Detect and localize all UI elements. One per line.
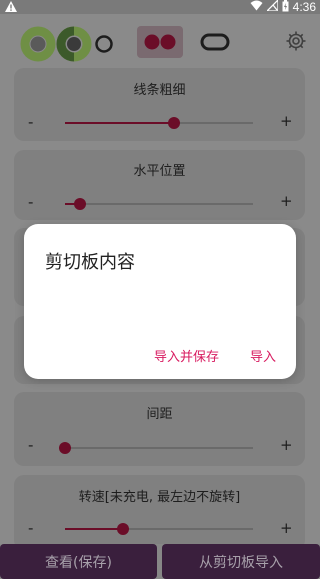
dual-dots-icon[interactable] — [137, 26, 183, 62]
decrease-button[interactable]: - — [28, 193, 33, 211]
card-title: 转速[未充电, 最左边不旋转] — [78, 490, 241, 505]
clipboard-dialog: 剪切板内容 导入并保存 导入 — [24, 224, 296, 379]
increase-button[interactable]: + — [280, 519, 293, 537]
split-ring-style-icon[interactable] — [55, 26, 93, 66]
decrease-button[interactable]: - — [28, 113, 33, 131]
import-and-save-button[interactable]: 导入并保存 — [154, 346, 219, 365]
warning-icon — [5, 1, 17, 15]
spacing-card: 间距 - + — [14, 392, 305, 466]
pill-outline-icon[interactable] — [200, 33, 230, 55]
card-title: 水平位置 — [133, 164, 186, 179]
increase-button[interactable]: + — [280, 192, 293, 210]
import-clipboard-button[interactable]: 从剪切板导入 — [162, 544, 320, 579]
slider-fill — [65, 528, 124, 530]
decrease-button[interactable]: - — [28, 519, 33, 537]
slider-thumb[interactable] — [168, 117, 181, 129]
ring-style-icon[interactable] — [20, 26, 56, 66]
decrease-button[interactable]: - — [28, 436, 33, 454]
style-toolbar — [0, 14, 320, 72]
small-ring-icon[interactable] — [94, 34, 114, 58]
gear-icon[interactable] — [285, 30, 307, 56]
slider-fill — [65, 122, 175, 124]
line-thickness-card: 线条粗细 - + — [14, 68, 305, 141]
dialog-title: 剪切板内容 — [45, 252, 135, 273]
slider-thumb[interactable] — [117, 523, 130, 535]
no-signal-icon — [265, 0, 279, 14]
battery-icon — [282, 0, 289, 15]
slider-thumb[interactable] — [59, 442, 71, 454]
horizontal-position-slider[interactable] — [65, 198, 253, 210]
rotation-speed-slider[interactable] — [65, 523, 253, 535]
card-title: 间距 — [146, 407, 173, 422]
increase-button[interactable]: + — [280, 112, 293, 130]
wifi-icon — [250, 0, 263, 14]
view-save-button[interactable]: 查看(保存) — [0, 544, 157, 579]
slider-thumb[interactable] — [74, 198, 87, 210]
status-bar: 4:36 — [0, 0, 320, 14]
import-button[interactable]: 导入 — [250, 346, 276, 365]
line-thickness-slider[interactable] — [65, 117, 253, 129]
spacing-slider[interactable] — [59, 442, 253, 454]
bottom-bar: 查看(保存) 从剪切板导入 — [0, 544, 320, 579]
rotation-speed-card: 转速[未充电, 最左边不旋转] - + — [14, 475, 305, 550]
increase-button[interactable]: + — [280, 436, 293, 454]
status-time: 4:36 — [292, 0, 316, 14]
horizontal-position-card: 水平位置 - + — [14, 150, 305, 220]
card-title: 线条粗细 — [133, 83, 186, 98]
